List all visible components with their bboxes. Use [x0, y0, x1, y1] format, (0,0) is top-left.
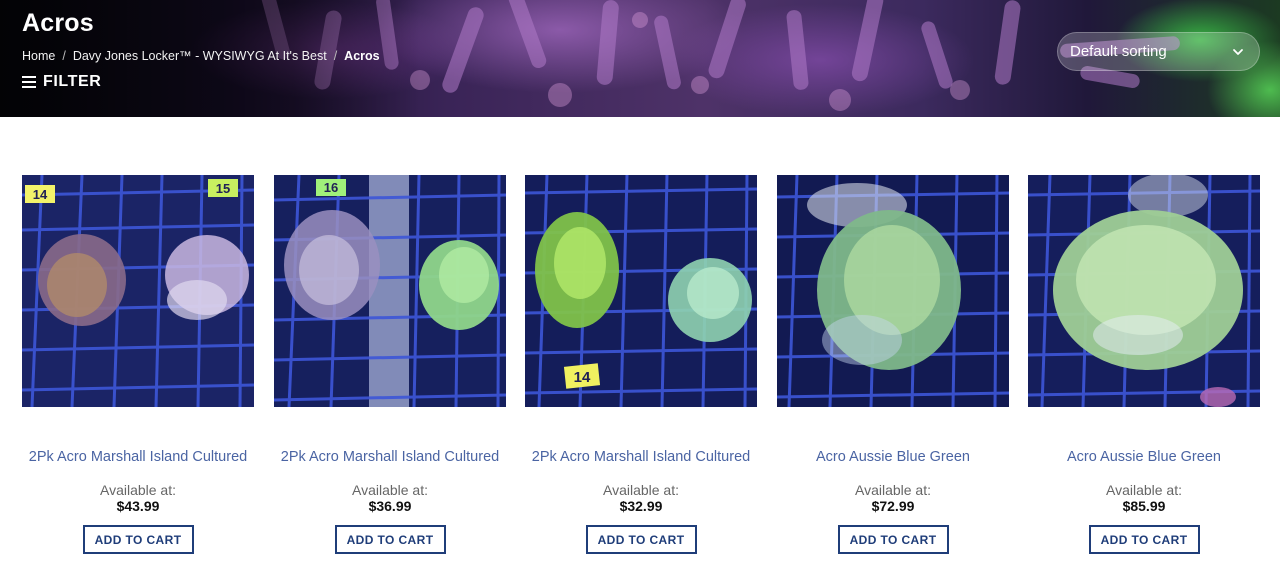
- product-price: $72.99: [871, 498, 915, 514]
- product-image-link[interactable]: 16: [274, 175, 506, 407]
- product-image-link[interactable]: [777, 175, 1009, 407]
- tag-label: 14: [33, 187, 48, 202]
- product-price: $32.99: [619, 498, 663, 514]
- page-title: Acros: [22, 9, 94, 37]
- filter-label: FILTER: [43, 73, 102, 90]
- product-name-link[interactable]: 2Pk Acro Marshall Island Cultured: [274, 448, 506, 466]
- product-image-link[interactable]: [1028, 175, 1260, 407]
- availability-label: Available at:: [351, 482, 428, 498]
- product-name-link[interactable]: Acro Aussie Blue Green: [777, 448, 1009, 466]
- availability-label: Available at:: [854, 482, 931, 498]
- sorting-value: Default sorting: [1070, 43, 1167, 60]
- product-image: 14: [525, 175, 757, 407]
- breadcrumb-category-link[interactable]: Davy Jones Locker™ - WYSIWYG At It's Bes…: [73, 49, 327, 63]
- product-image-link[interactable]: 14 15: [22, 175, 254, 407]
- product-image: [1028, 175, 1260, 407]
- product-image: 14 15: [22, 175, 254, 407]
- availability-label: Available at:: [1105, 482, 1182, 498]
- add-to-cart-button[interactable]: ADD TO CART: [334, 525, 446, 554]
- category-header-banner: Acros Home / Davy Jones Locker™ - WYSIWY…: [0, 0, 1280, 117]
- filter-button[interactable]: FILTER: [22, 73, 101, 91]
- product-price: $36.99: [368, 498, 412, 514]
- product-card: 16 2Pk Acro Marshall Island Cultured Ava…: [274, 175, 506, 554]
- hamburger-menu-icon: [22, 76, 36, 88]
- product-card: 14 2Pk Acro Marshall Island Cultured Ava…: [525, 175, 757, 554]
- product-name-link[interactable]: Acro Aussie Blue Green: [1028, 448, 1260, 466]
- availability-label: Available at:: [99, 482, 176, 498]
- product-card: Acro Aussie Blue Green Available at: $85…: [1028, 175, 1260, 554]
- availability-label: Available at:: [602, 482, 679, 498]
- product-image: 16: [274, 175, 506, 407]
- product-price: $43.99: [116, 498, 160, 514]
- breadcrumb-home-link[interactable]: Home: [22, 49, 55, 63]
- product-image: [777, 175, 1009, 407]
- breadcrumb: Home / Davy Jones Locker™ - WYSIWYG At I…: [22, 49, 380, 63]
- product-name-link[interactable]: 2Pk Acro Marshall Island Cultured: [22, 448, 254, 466]
- product-card: Acro Aussie Blue Green Available at: $72…: [777, 175, 1009, 554]
- add-to-cart-button[interactable]: ADD TO CART: [585, 525, 697, 554]
- product-card: 14 15 2Pk Acro Marshall Island Cultured …: [22, 175, 254, 554]
- product-name-link[interactable]: 2Pk Acro Marshall Island Cultured: [525, 448, 757, 466]
- product-image-link[interactable]: 14: [525, 175, 757, 407]
- add-to-cart-button[interactable]: ADD TO CART: [1088, 525, 1200, 554]
- add-to-cart-button[interactable]: ADD TO CART: [837, 525, 949, 554]
- tag-label: 14: [574, 369, 591, 386]
- tag-label: 16: [324, 180, 338, 195]
- tag-label: 15: [216, 181, 230, 196]
- breadcrumb-current: Acros: [344, 49, 380, 63]
- breadcrumb-separator: /: [333, 49, 338, 63]
- chevron-down-icon: [1233, 49, 1243, 55]
- sorting-select[interactable]: Default sorting: [1057, 32, 1260, 71]
- product-price: $85.99: [1122, 498, 1166, 514]
- add-to-cart-button[interactable]: ADD TO CART: [82, 525, 194, 554]
- breadcrumb-separator: /: [62, 49, 66, 63]
